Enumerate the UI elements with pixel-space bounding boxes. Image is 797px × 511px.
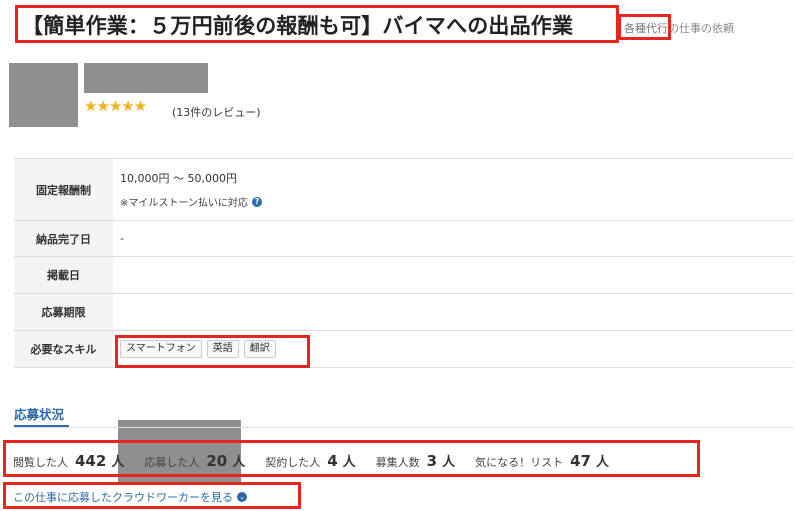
milestone-note-text: ※マイルストーン払いに対応 (120, 198, 248, 209)
status-tab[interactable]: 応募状況 (14, 404, 64, 423)
row-fee: 固定報酬制 10,000円 〜 50,000円 ※マイルストーン払いに対応 ? (14, 159, 793, 221)
deadline-value (113, 294, 793, 330)
highlight-box (15, 5, 619, 43)
deadline-label: 応募期限 (14, 294, 113, 330)
posted-value (113, 257, 793, 293)
delivery-value: - (120, 232, 124, 245)
highlight-box (115, 335, 310, 368)
milestone-note: ※マイルストーン払いに対応 ? (120, 194, 793, 209)
client-avatar[interactable] (9, 63, 78, 127)
divider (14, 427, 793, 428)
fee-cell: 10,000円 〜 50,000円 ※マイルストーン払いに対応 ? (113, 159, 793, 220)
skills-label: 必要なスキル (14, 331, 113, 367)
highlight-box (618, 14, 671, 40)
review-count[interactable]: (13件のレビュー) (172, 104, 261, 120)
category-suffix: の仕事の依頼 (668, 22, 734, 35)
fee-label: 固定報酬制 (14, 159, 113, 220)
row-delivery: 納品完了日 - (14, 221, 793, 257)
highlight-box (3, 482, 301, 509)
row-deadline: 応募期限 (14, 294, 793, 331)
posted-label: 掲載日 (14, 257, 113, 293)
rating-stars-icon: ★★★★★ (84, 97, 147, 115)
delivery-label: 納品完了日 (14, 221, 113, 256)
client-name-redacted[interactable] (84, 63, 208, 93)
highlight-box (3, 440, 700, 477)
fee-value: 10,000円 〜 50,000円 (120, 172, 237, 185)
help-icon[interactable]: ? (251, 196, 262, 207)
row-posted: 掲載日 (14, 257, 793, 294)
